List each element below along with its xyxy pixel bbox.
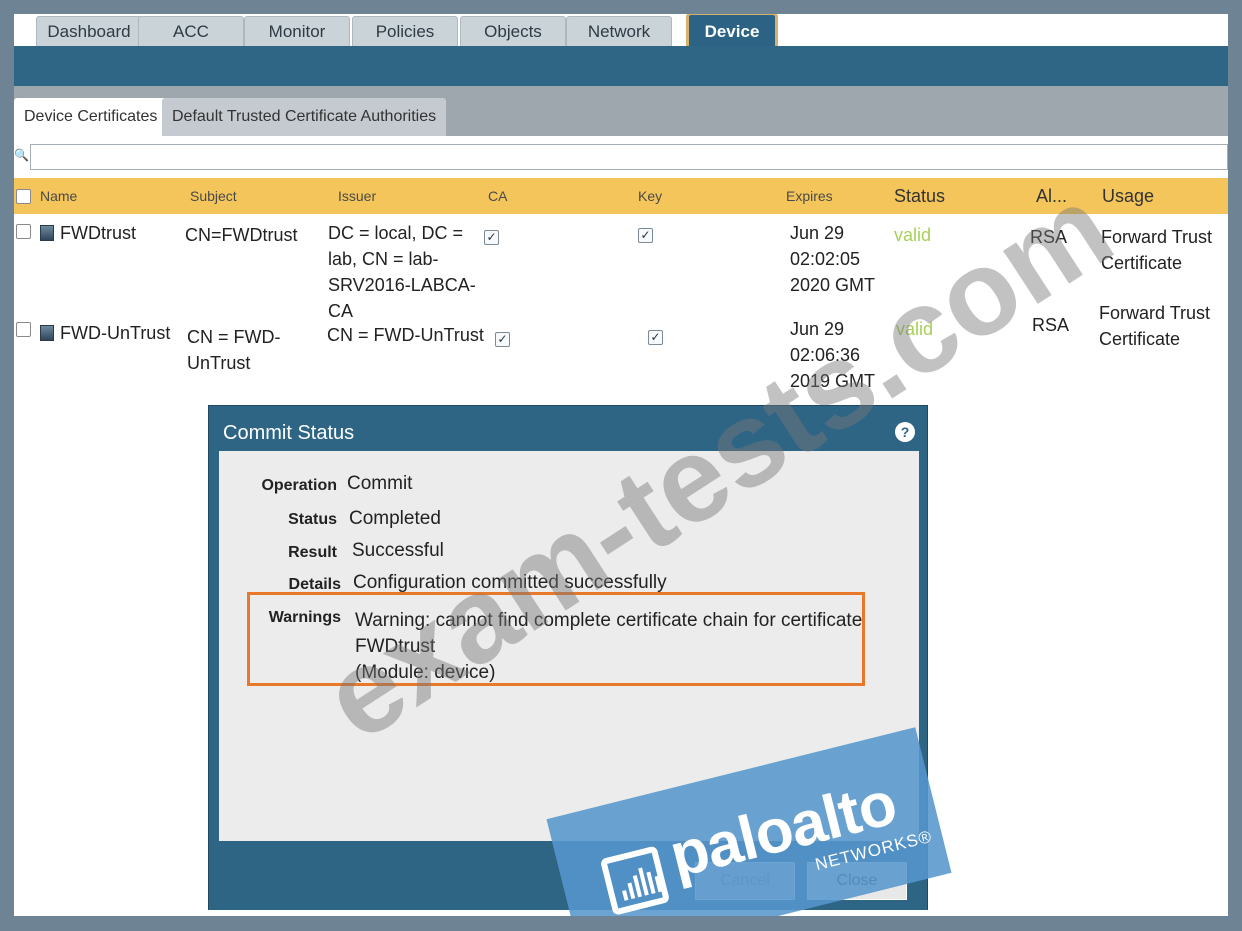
cert-issuer: CN = FWD-UnTrust xyxy=(327,325,484,345)
help-icon[interactable]: ? xyxy=(895,422,915,442)
result-value: Successful xyxy=(352,540,444,561)
cert-subject: CN = FWD- UnTrust xyxy=(187,327,281,373)
cert-status: valid xyxy=(896,319,934,339)
tab-acc[interactable]: ACC xyxy=(138,16,244,46)
col-name[interactable]: Name xyxy=(40,178,77,214)
tab-device[interactable]: Device xyxy=(686,14,778,50)
tab-dashboard[interactable]: Dashboard xyxy=(36,16,142,46)
cert-usage: Forward Trust Certificate xyxy=(1101,227,1213,273)
cert-name: FWD-UnTrust xyxy=(40,320,170,346)
search-row: 🔍 xyxy=(14,142,1228,172)
tab-default-trusted-cas[interactable]: Default Trusted Certificate Authorities xyxy=(162,98,447,136)
col-ca[interactable]: CA xyxy=(488,178,507,214)
cancel-button[interactable]: Cancel xyxy=(695,862,795,900)
ca-checkbox: ✓ xyxy=(495,324,510,350)
ca-checkbox: ✓ xyxy=(484,222,499,248)
key-checkbox: ✓ xyxy=(638,220,653,246)
tab-network[interactable]: Network xyxy=(566,16,672,46)
search-input[interactable] xyxy=(30,144,1228,170)
commit-status-dialog: Commit Status ? Operation Commit Status … xyxy=(208,405,928,910)
app-frame: Dashboard ACC Monitor Policies Objects N… xyxy=(14,14,1228,916)
cert-algorithm: RSA xyxy=(1030,227,1068,247)
status-label: Status xyxy=(288,511,337,528)
dialog-title: Commit Status xyxy=(223,422,355,444)
tab-device-certificates[interactable]: Device Certificates xyxy=(14,98,168,136)
dialog-body: Operation Commit Status Completed Result… xyxy=(219,451,919,841)
top-nav: Dashboard ACC Monitor Policies Objects N… xyxy=(14,14,1228,50)
certificate-icon xyxy=(40,225,54,241)
warnings-label: Warnings xyxy=(268,609,341,626)
col-key[interactable]: Key xyxy=(638,178,662,214)
operation-label: Operation xyxy=(261,477,337,494)
search-icon: 🔍 xyxy=(14,148,29,162)
select-all-checkbox[interactable] xyxy=(16,178,31,214)
nav-bar xyxy=(14,32,1228,86)
certificate-icon xyxy=(40,325,54,341)
col-algorithm[interactable]: Al... xyxy=(1036,178,1067,214)
col-issuer[interactable]: Issuer xyxy=(338,178,376,214)
cert-algorithm: RSA xyxy=(1032,315,1070,335)
cert-status: valid xyxy=(894,225,932,245)
operation-value: Commit xyxy=(347,473,413,494)
cert-usage: Forward Trust Certificate xyxy=(1099,303,1211,349)
close-button[interactable]: Close xyxy=(807,862,907,900)
col-subject[interactable]: Subject xyxy=(190,178,237,214)
key-checkbox: ✓ xyxy=(648,322,663,348)
col-usage[interactable]: Usage xyxy=(1102,178,1154,214)
tab-monitor[interactable]: Monitor xyxy=(244,16,350,46)
result-label: Result xyxy=(288,544,337,561)
cert-expires: Jun 29 02:02:05 2020 GMT xyxy=(790,223,876,295)
cert-subject: CN=FWDtrust xyxy=(185,225,298,245)
cert-name: FWDtrust xyxy=(40,220,136,246)
row-checkbox[interactable] xyxy=(16,220,31,246)
col-status[interactable]: Status xyxy=(894,178,945,214)
dialog-footer: Cancel Close xyxy=(209,846,927,910)
sub-tab-bar: Device Certificates Default Trusted Cert… xyxy=(14,86,1228,136)
cert-issuer: DC = local, DC = lab, CN = lab- SRV2016-… xyxy=(328,223,476,321)
col-expires[interactable]: Expires xyxy=(786,178,833,214)
status-value: Completed xyxy=(349,508,441,529)
cert-expires: Jun 29 02:06:36 2019 GMT xyxy=(790,319,876,391)
tab-objects[interactable]: Objects xyxy=(460,16,566,46)
row-checkbox[interactable] xyxy=(16,318,31,344)
warnings-value: Warning: cannot find complete certificat… xyxy=(355,610,863,683)
tab-policies[interactable]: Policies xyxy=(352,16,458,46)
table-header: Name Subject Issuer CA Key Expires Statu… xyxy=(14,178,1228,214)
